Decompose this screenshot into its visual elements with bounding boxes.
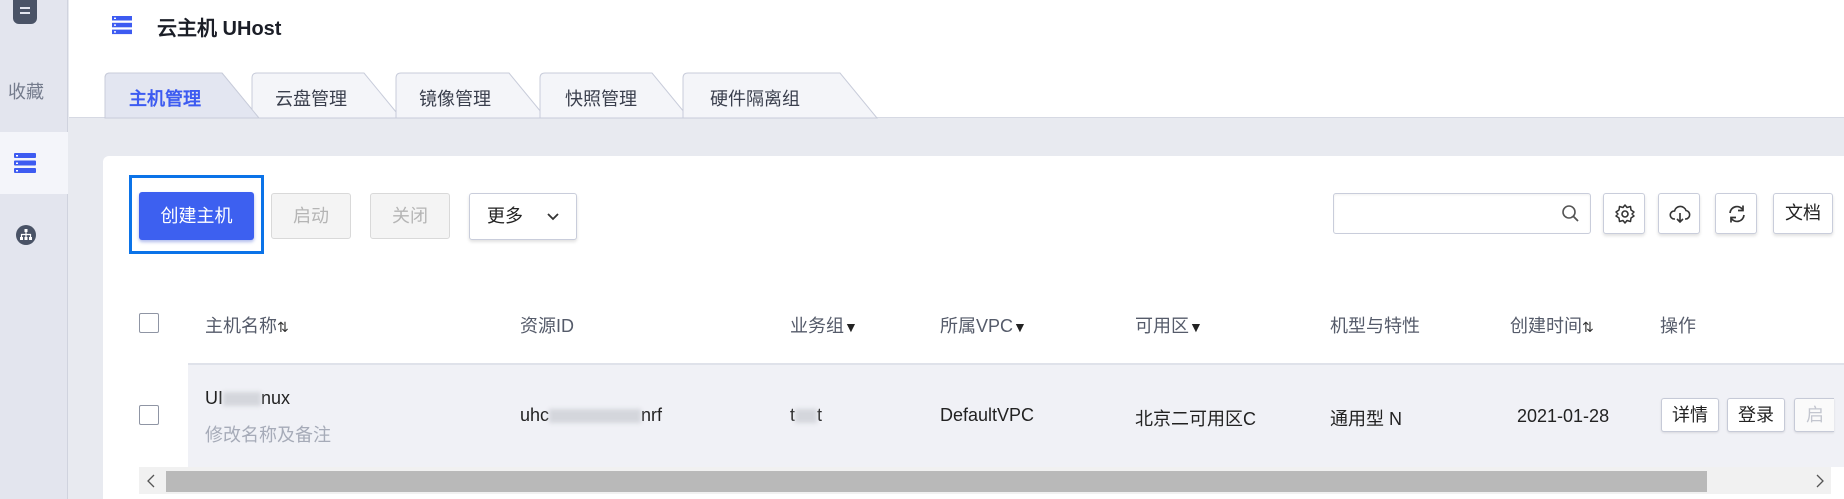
- search-box[interactable]: [1333, 193, 1591, 234]
- select-all-checkbox[interactable]: [139, 313, 159, 333]
- filter-icon[interactable]: ▼: [1013, 319, 1027, 335]
- column-header-group[interactable]: 业务组▼: [790, 312, 858, 338]
- search-icon[interactable]: [1561, 204, 1580, 223]
- message-icon[interactable]: [13, 0, 37, 24]
- details-button[interactable]: 详情: [1661, 398, 1719, 432]
- created-date: 2021-01-28: [1517, 406, 1610, 426]
- column-header-resource-id: 资源ID: [520, 316, 574, 336]
- server-list-icon: [14, 153, 36, 173]
- tab-host-management[interactable]: 主机管理: [129, 85, 201, 111]
- tab-isolation-group[interactable]: 硬件隔离组: [710, 85, 800, 111]
- stop-button[interactable]: 关闭: [370, 193, 450, 239]
- column-header-actions: 操作: [1660, 316, 1696, 336]
- left-sidebar: 收藏: [0, 0, 68, 499]
- sort-icon[interactable]: ⇅: [277, 319, 289, 335]
- horizontal-scrollbar[interactable]: [139, 467, 1831, 494]
- column-header-zone[interactable]: 可用区▼: [1135, 312, 1203, 338]
- host-name: UI nux: [205, 388, 291, 408]
- edit-remark-link[interactable]: 修改名称及备注: [205, 421, 331, 447]
- more-dropdown[interactable]: 更多: [469, 193, 577, 240]
- network-icon[interactable]: [15, 224, 37, 246]
- tab-shapes: [104, 72, 879, 119]
- start-row-button[interactable]: 启动: [1794, 398, 1834, 432]
- column-header-type: 机型与特性: [1330, 316, 1420, 336]
- scroll-right-icon[interactable]: [1809, 471, 1829, 491]
- list-icon: [112, 16, 132, 35]
- redacted-text: [549, 409, 642, 424]
- cloud-download-icon: [1669, 205, 1691, 224]
- create-host-button[interactable]: 创建主机: [139, 192, 254, 240]
- refresh-icon: [1729, 205, 1745, 223]
- filter-icon[interactable]: ▼: [844, 319, 858, 335]
- redacted-text: [223, 392, 261, 407]
- page-title: 云主机 UHost: [157, 18, 282, 40]
- sidebar-item-favorites[interactable]: 收藏: [0, 78, 52, 104]
- scrollbar-thumb[interactable]: [166, 471, 1707, 492]
- sort-icon[interactable]: ⇅: [1582, 319, 1594, 335]
- settings-button[interactable]: [1603, 193, 1645, 234]
- sidebar-item-uhost[interactable]: [0, 132, 68, 194]
- filter-icon[interactable]: ▼: [1189, 319, 1203, 335]
- start-button[interactable]: 启动: [271, 193, 351, 239]
- machine-type: 通用型 N: [1330, 409, 1402, 429]
- login-button[interactable]: 登录: [1727, 398, 1785, 432]
- download-button[interactable]: [1658, 193, 1700, 234]
- search-input[interactable]: [1334, 194, 1549, 233]
- column-header-vpc[interactable]: 所属VPC▼: [940, 312, 1027, 338]
- availability-zone: 北京二可用区C: [1135, 409, 1256, 429]
- business-group: tt: [790, 405, 823, 425]
- scroll-left-icon[interactable]: [142, 471, 162, 491]
- tab-disk-management[interactable]: 云盘管理: [275, 85, 347, 111]
- resource-id: uhc nrf: [520, 405, 663, 425]
- chevron-down-icon: [547, 213, 559, 221]
- tab-image-management[interactable]: 镜像管理: [419, 85, 491, 111]
- tab-snapshot-management[interactable]: 快照管理: [565, 85, 637, 111]
- column-header-name[interactable]: 主机名称⇅: [205, 312, 289, 338]
- refresh-button[interactable]: [1715, 193, 1757, 234]
- redacted-text: [795, 409, 818, 424]
- page-header: 云主机 UHost 主机管理 云盘管理 镜像管理 快照管理 硬件隔离组: [69, 0, 1844, 119]
- vpc-name: DefaultVPC: [940, 405, 1035, 425]
- row-checkbox[interactable]: [139, 405, 159, 425]
- docs-button[interactable]: 文档: [1773, 193, 1833, 234]
- column-header-created[interactable]: 创建时间⇅: [1510, 312, 1594, 338]
- more-label: 更多: [487, 206, 523, 226]
- gear-icon: [1615, 204, 1635, 224]
